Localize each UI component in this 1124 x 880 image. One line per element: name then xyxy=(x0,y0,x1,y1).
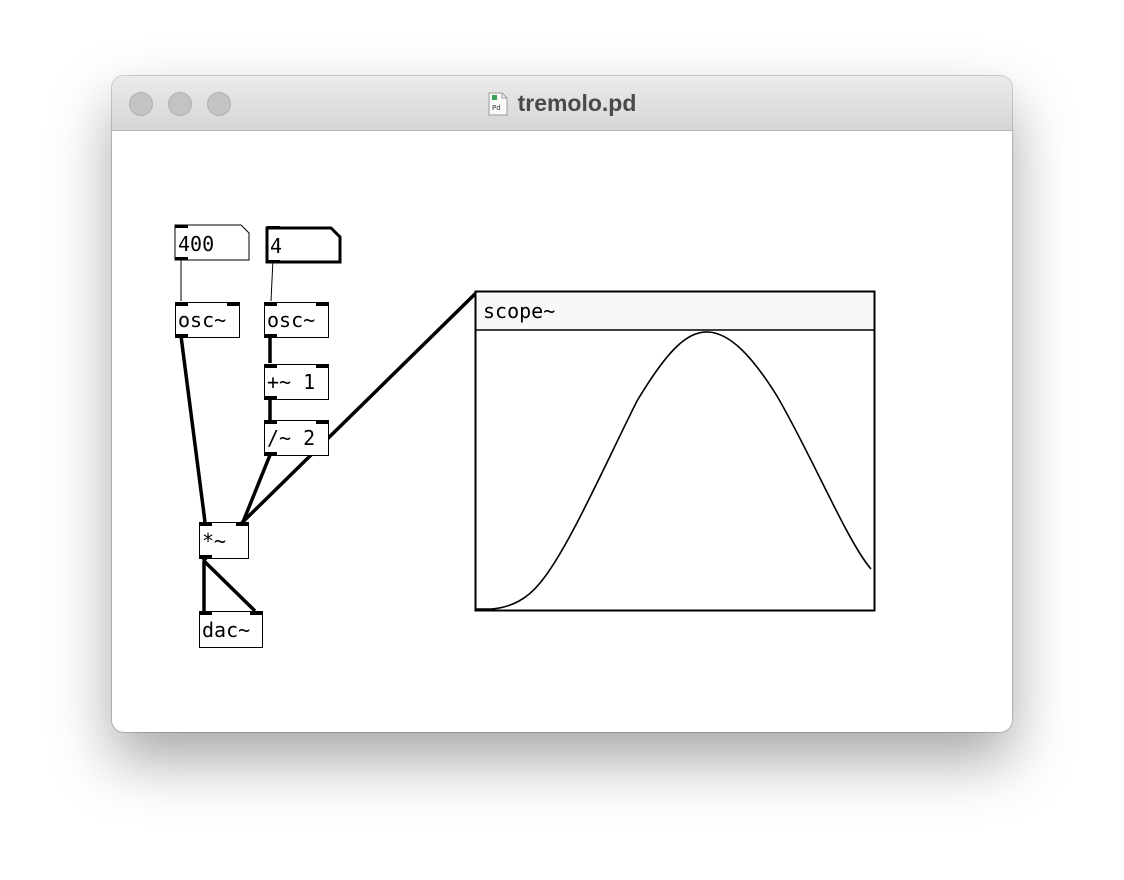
object-dac-label: dac~ xyxy=(202,618,250,642)
connection-rate-to-lfo[interactable] xyxy=(270,258,274,302)
pd-document-icon: Pd xyxy=(488,92,508,115)
object-osc-lfo-label: osc~ xyxy=(267,308,315,332)
object-add-label: +~ 1 xyxy=(267,370,315,394)
connection-mul-to-dac-right[interactable] xyxy=(202,559,257,613)
object-add[interactable]: +~ 1 xyxy=(264,364,329,400)
object-dac[interactable]: dac~ xyxy=(199,611,263,648)
patch-window: Pd tremolo.pd 400 4 osc~ osc~ +~ 1 /~ 2 … xyxy=(112,76,1012,732)
scope-label: scope~ xyxy=(483,299,555,323)
connection-div-to-mul[interactable] xyxy=(241,454,272,523)
number-box-freq-value: 400 xyxy=(178,232,214,256)
patch-canvas[interactable]: 400 4 osc~ osc~ +~ 1 /~ 2 *~ dac~ scope~ xyxy=(112,131,1012,732)
title-bar[interactable]: Pd tremolo.pd xyxy=(112,76,1012,131)
number-box-rate-value: 4 xyxy=(270,234,282,258)
number-box-freq[interactable]: 400 xyxy=(174,224,250,261)
scope-object[interactable]: scope~ xyxy=(474,290,876,612)
object-div-label: /~ 2 xyxy=(267,426,315,450)
connection-mul-to-scope[interactable] xyxy=(201,290,479,563)
patch-svg: 400 4 osc~ osc~ +~ 1 /~ 2 *~ dac~ scope~ xyxy=(174,224,876,648)
window-title-text: tremolo.pd xyxy=(517,90,637,116)
object-mul[interactable]: *~ xyxy=(199,522,249,559)
number-box-rate[interactable]: 4 xyxy=(265,226,342,264)
object-div[interactable]: /~ 2 xyxy=(264,420,329,456)
connection-osc-to-mul[interactable] xyxy=(179,335,207,523)
object-osc-carrier[interactable]: osc~ xyxy=(175,302,240,338)
object-osc-carrier-label: osc~ xyxy=(178,308,226,332)
object-osc-lfo[interactable]: osc~ xyxy=(264,302,329,338)
svg-text:Pd: Pd xyxy=(492,104,501,112)
object-mul-label: *~ xyxy=(202,529,226,553)
window-title: Pd tremolo.pd xyxy=(112,76,1012,131)
